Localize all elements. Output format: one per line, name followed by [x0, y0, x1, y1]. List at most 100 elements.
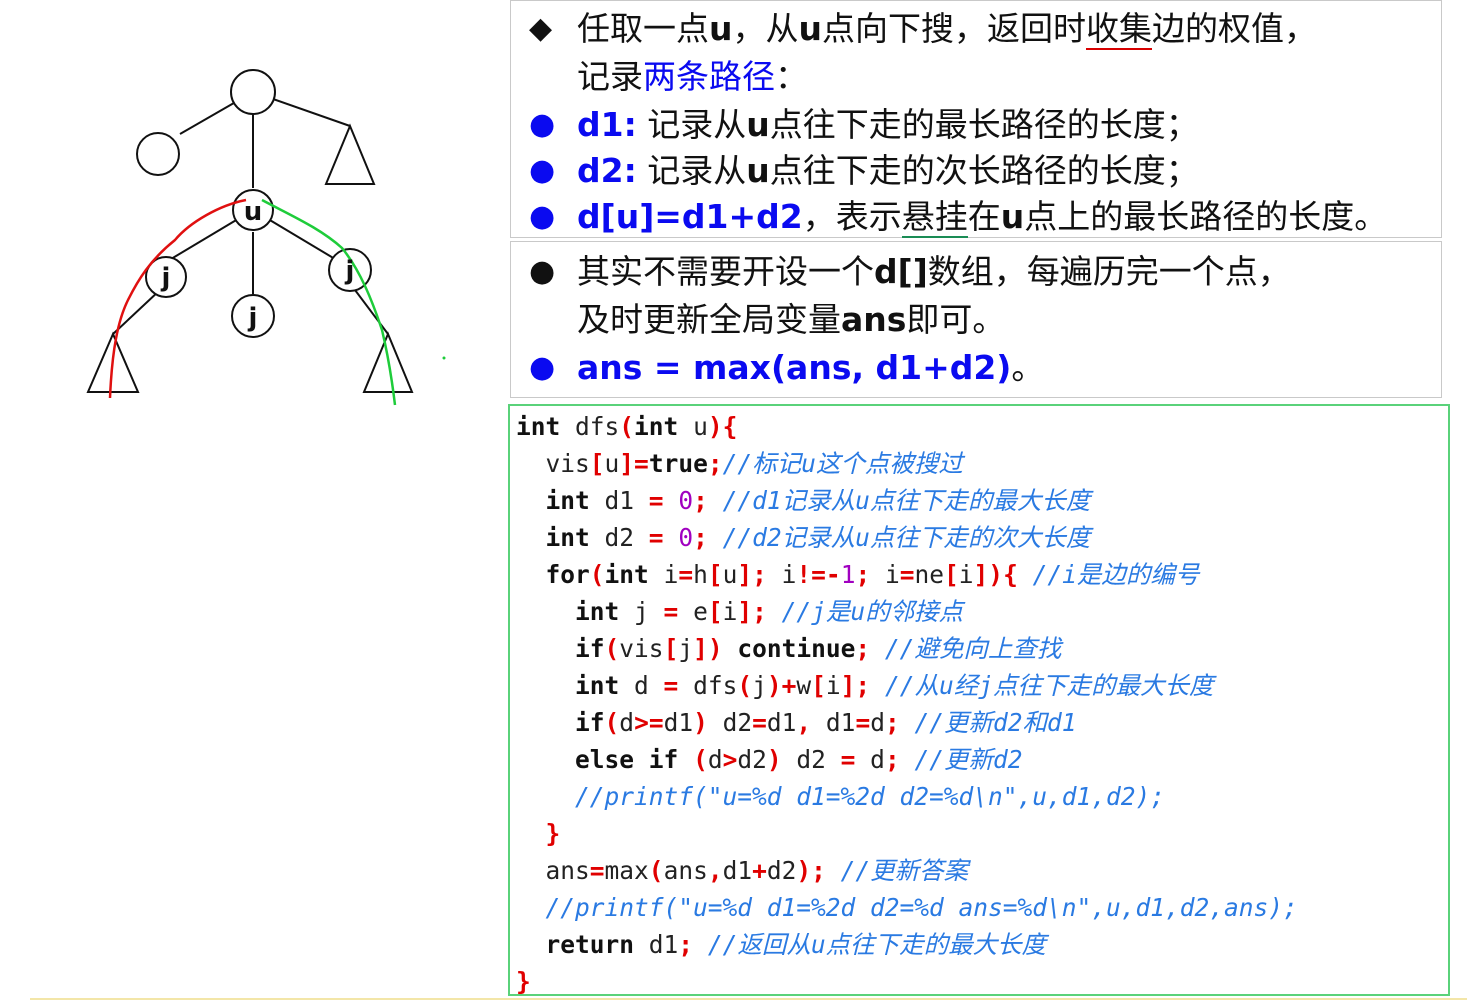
code-token: =: [589, 856, 605, 885]
code-token: ]=: [619, 449, 649, 478]
code-token: d: [870, 708, 885, 737]
code-token: vis: [516, 449, 590, 478]
code-token: [: [707, 597, 723, 626]
code-token: i: [648, 560, 679, 589]
code-token: +: [752, 856, 767, 885]
code-token: d2: [766, 856, 797, 885]
explanation-box: ◆ 任取一点u，从u点向下搜，返回时收集边的权值， 记录两条路径： ● d1: …: [510, 0, 1442, 238]
node-j-right-label: j: [345, 256, 355, 286]
code-token: ans: [663, 856, 708, 885]
code-token: w: [796, 671, 812, 700]
code-token: =: [840, 745, 856, 774]
code-token: =: [648, 523, 664, 552]
code-token: d1: [634, 930, 679, 959]
code-token: ];: [840, 671, 871, 700]
code-token: (: [604, 634, 620, 663]
code-token: d1: [722, 856, 753, 885]
code-token: d1: [811, 708, 856, 737]
root-node: [230, 69, 276, 115]
code-token: max: [604, 856, 649, 885]
code-token: d1: [589, 486, 649, 515]
code-token: {: [722, 412, 738, 441]
code-token: j: [678, 634, 694, 663]
code-token: (: [619, 412, 635, 441]
code-token: int: [545, 523, 590, 552]
optimization-box: ● 其实不需要开设一个d[]数组，每遍历完一个点， 及时更新全局变量ans即可。…: [510, 241, 1442, 398]
code-token: int: [575, 597, 620, 626]
code-token: //d1记录从u点往下走的最大长度: [707, 486, 1091, 515]
code-token: true: [648, 449, 708, 478]
code-line: int d1 = 0; //d1记录从u点往下走的最大长度: [516, 482, 1091, 519]
code-token: [: [663, 634, 679, 663]
bullet-dot-icon: ●: [529, 350, 556, 385]
code-token: j: [619, 597, 664, 626]
code-line: vis[u]=true;//标记u这个点被搜过: [516, 445, 963, 482]
code-token: (: [604, 708, 620, 737]
code-token: //标记u这个点被搜过: [722, 449, 963, 478]
code-token: =: [663, 671, 679, 700]
code-token: ]): [693, 634, 723, 663]
bullet-dot-icon: ●: [529, 199, 556, 234]
code-token: }: [545, 819, 561, 848]
code-token: //printf("u=%d d1=%2d d2=%d ans=%d\n",u,…: [545, 893, 1298, 922]
node-u-label: u: [244, 197, 263, 227]
code-token: //printf("u=%d d1=%2d d2=%d\n",u,d1,d2);: [575, 782, 1166, 811]
code-token: ;: [884, 745, 900, 774]
code-token: ;: [707, 449, 723, 478]
code-token: ,: [707, 856, 723, 885]
code-token: ;: [855, 634, 871, 663]
code-token: //返回从u点往下走的最大长度: [693, 930, 1047, 959]
tree-edge: [112, 289, 161, 335]
code-token: ): [766, 745, 782, 774]
code-token: continue: [737, 634, 856, 663]
code-token: ]): [973, 560, 1004, 589]
code-token: ne: [914, 560, 945, 589]
code-token: //避免向上查找: [870, 634, 1062, 663]
code-token: d2: [781, 745, 841, 774]
code-token: ,: [796, 708, 812, 737]
code-token: int: [634, 412, 679, 441]
code-line: int d2 = 0; //d2记录从u点往下走的次大长度: [516, 519, 1091, 556]
code-token: ): [707, 412, 723, 441]
code-token: u: [722, 560, 738, 589]
code-token: ];: [737, 560, 767, 589]
code-token: }: [516, 967, 531, 996]
code-token: i: [825, 671, 841, 700]
code-line: return d1; //返回从u点往下走的最大长度: [516, 926, 1047, 963]
code-token: 0: [678, 486, 694, 515]
code-token: e: [678, 597, 708, 626]
code-token: >=: [634, 708, 664, 737]
bullet-dot-icon: ●: [529, 107, 556, 142]
code-token: dfs: [678, 671, 738, 700]
code-token: i: [870, 560, 900, 589]
code-token: d: [707, 745, 723, 774]
code-token: d: [619, 671, 664, 700]
code-token: //d2记录从u点往下走的次大长度: [707, 523, 1091, 552]
code-token: )+: [766, 671, 797, 700]
code-token: 1: [840, 560, 856, 589]
code-token: d2: [589, 523, 649, 552]
code-token: d2: [707, 708, 753, 737]
code-token: if: [575, 708, 605, 737]
code-token: !=-: [796, 560, 841, 589]
code-token: ans: [516, 856, 590, 885]
code-token: i: [766, 560, 797, 589]
code-token: ;: [884, 708, 900, 737]
code-token: i: [958, 560, 974, 589]
code-token: =: [663, 597, 679, 626]
code-token: //i是边的编号: [1017, 560, 1200, 589]
code-token: ;: [855, 560, 871, 589]
code-token: vis: [619, 634, 664, 663]
bottom-divider: [30, 998, 1467, 1000]
code-token: );: [796, 856, 826, 885]
code-token: d1: [766, 708, 797, 737]
code-token: dfs: [560, 412, 620, 441]
